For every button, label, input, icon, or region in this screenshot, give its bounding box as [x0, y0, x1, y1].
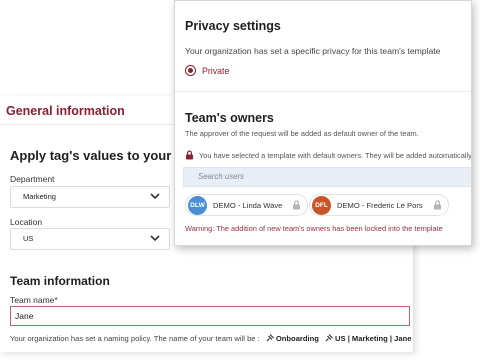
team-name-label: Team name*	[10, 295, 58, 305]
location-label: Location	[10, 217, 43, 227]
location-select[interactable]: US	[10, 228, 170, 250]
department-label: Department	[10, 174, 55, 184]
privacy-description: Your organization has set a specific pri…	[185, 46, 441, 56]
team-name-value: Jane	[15, 311, 34, 321]
privacy-option-private[interactable]: Private	[185, 65, 229, 76]
default-owners-notice-text: You have selected a template with defaul…	[199, 150, 472, 160]
divider	[175, 91, 471, 92]
default-owners-notice: You have selected a template with defaul…	[185, 150, 472, 160]
policy-prefix: Your organization has set a naming polic…	[10, 334, 260, 343]
chevron-down-icon	[150, 235, 160, 242]
policy-part-name: US | Marketing | Jane	[335, 334, 412, 343]
lock-icon	[433, 200, 441, 210]
privacy-settings-title: Privacy settings	[185, 19, 281, 33]
owner-chip: DLW DEMO - Linda Wave	[185, 194, 309, 216]
search-users-input[interactable]: Search users	[183, 167, 471, 187]
pin-icon	[266, 334, 274, 342]
team-name-input[interactable]: Jane	[10, 306, 410, 326]
search-placeholder: Search users	[198, 172, 244, 181]
owner-name: DEMO - Frederic Le Pors	[337, 200, 423, 210]
naming-policy-text: Your organization has set a naming polic…	[10, 333, 411, 343]
team-owners-description: The approver of the request will be adde…	[185, 129, 419, 138]
privacy-owners-panel: Privacy settings Your organization has s…	[174, 0, 472, 246]
avatar: DFL	[312, 195, 331, 215]
location-value: US	[23, 234, 34, 243]
department-value: Marketing	[23, 192, 56, 201]
avatar: DLW	[188, 195, 207, 215]
general-information-title: General information	[6, 104, 125, 118]
lock-icon	[186, 150, 193, 160]
privacy-option-label: Private	[202, 65, 230, 76]
team-information-title: Team information	[10, 274, 110, 288]
owners-locked-warning: Warning: The addition of new team's owne…	[185, 224, 443, 233]
pin-icon	[325, 334, 333, 342]
policy-part-onboarding: Onboarding	[275, 334, 319, 343]
radio-selected-icon	[185, 65, 196, 76]
owner-chip: DFL DEMO - Frederic Le Pors	[309, 194, 449, 216]
owner-name: DEMO - Linda Wave	[213, 200, 283, 210]
team-owners-title: Team's owners	[185, 111, 274, 125]
lock-icon	[293, 200, 301, 210]
chevron-down-icon	[150, 193, 160, 200]
department-select[interactable]: Marketing	[10, 186, 170, 208]
